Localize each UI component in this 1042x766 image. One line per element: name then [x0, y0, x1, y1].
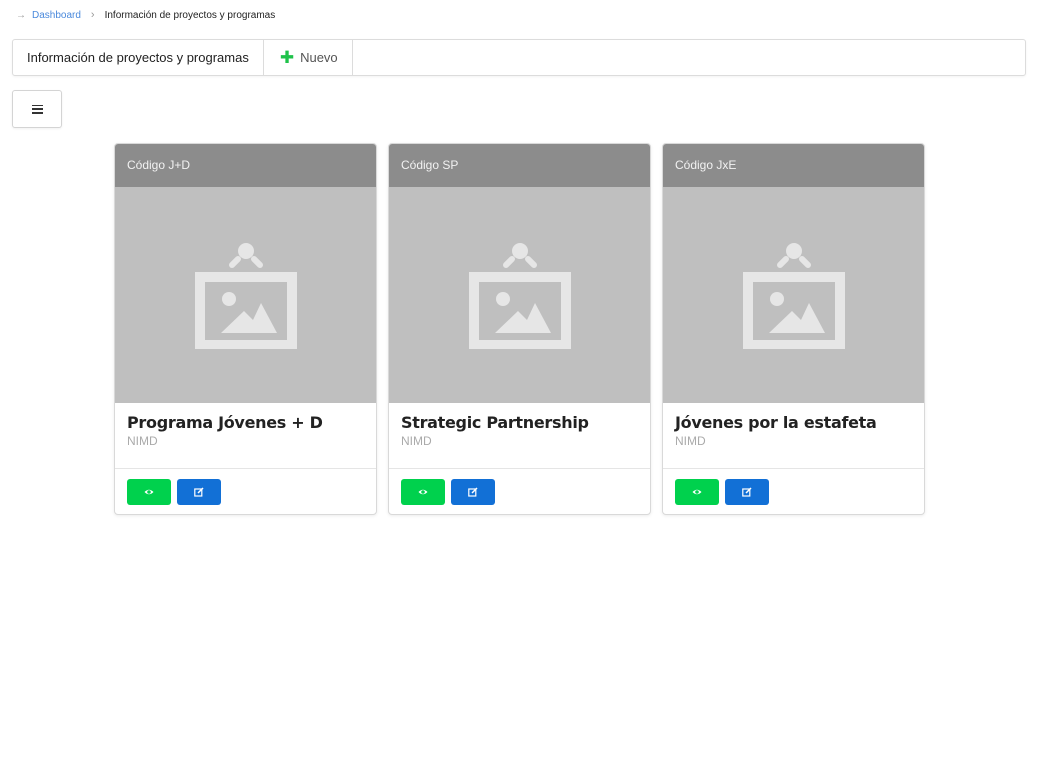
edit-button[interactable] — [725, 479, 769, 505]
chevron-right-icon: › — [90, 9, 95, 21]
card-image — [663, 187, 924, 403]
card-code: Código J+D — [115, 144, 376, 187]
project-card: Código JxE Jóvenes por la estafeta NIMD — [662, 143, 925, 515]
edit-icon — [194, 487, 204, 497]
image-placeholder-icon — [194, 243, 297, 349]
breadcrumb-dashboard-link[interactable]: Dashboard — [32, 10, 81, 21]
page-toolbar: Información de proyectos y programas ✚ N… — [12, 39, 1026, 76]
card-body: Strategic Partnership NIMD — [389, 403, 650, 469]
card-body: Jóvenes por la estafeta NIMD — [663, 403, 924, 469]
breadcrumb: → Dashboard › Información de proyectos y… — [16, 9, 275, 21]
view-button[interactable] — [675, 479, 719, 505]
view-button[interactable] — [401, 479, 445, 505]
project-card: Código J+D Programa Jóvenes + D NIMD — [114, 143, 377, 515]
menu-toggle-button[interactable] — [12, 90, 62, 128]
card-image — [389, 187, 650, 403]
eye-icon — [418, 489, 428, 495]
edit-icon — [468, 487, 478, 497]
card-organization: NIMD — [675, 434, 706, 448]
image-placeholder-icon — [742, 243, 845, 349]
card-image — [115, 187, 376, 403]
plus-icon: ✚ — [279, 48, 295, 67]
view-button[interactable] — [127, 479, 171, 505]
project-card: Código SP Strategic Partnership NIMD — [388, 143, 651, 515]
breadcrumb-current: Información de proyectos y programas — [104, 9, 276, 21]
card-title: Programa Jóvenes + D — [127, 413, 323, 432]
edit-icon — [742, 487, 752, 497]
eye-icon — [692, 489, 702, 495]
card-actions — [115, 469, 376, 514]
new-button[interactable]: ✚ Nuevo — [264, 40, 353, 75]
page-title: Información de proyectos y programas — [13, 40, 264, 75]
project-cards: Código J+D Programa Jóvenes + D NIMD Cód… — [114, 143, 925, 515]
card-organization: NIMD — [401, 434, 432, 448]
card-code: Código SP — [389, 144, 650, 187]
card-code: Código JxE — [663, 144, 924, 187]
edit-button[interactable] — [177, 479, 221, 505]
card-actions — [389, 469, 650, 514]
arrow-right-icon: → — [16, 9, 26, 21]
new-button-label: Nuevo — [300, 50, 338, 65]
edit-button[interactable] — [451, 479, 495, 505]
eye-icon — [144, 489, 154, 495]
card-title: Strategic Partnership — [401, 413, 589, 432]
card-actions — [663, 469, 924, 514]
image-placeholder-icon — [468, 243, 571, 349]
card-body: Programa Jóvenes + D NIMD — [115, 403, 376, 469]
card-organization: NIMD — [127, 434, 158, 448]
card-title: Jóvenes por la estafeta — [675, 413, 877, 432]
hamburger-menu-icon — [31, 104, 43, 114]
